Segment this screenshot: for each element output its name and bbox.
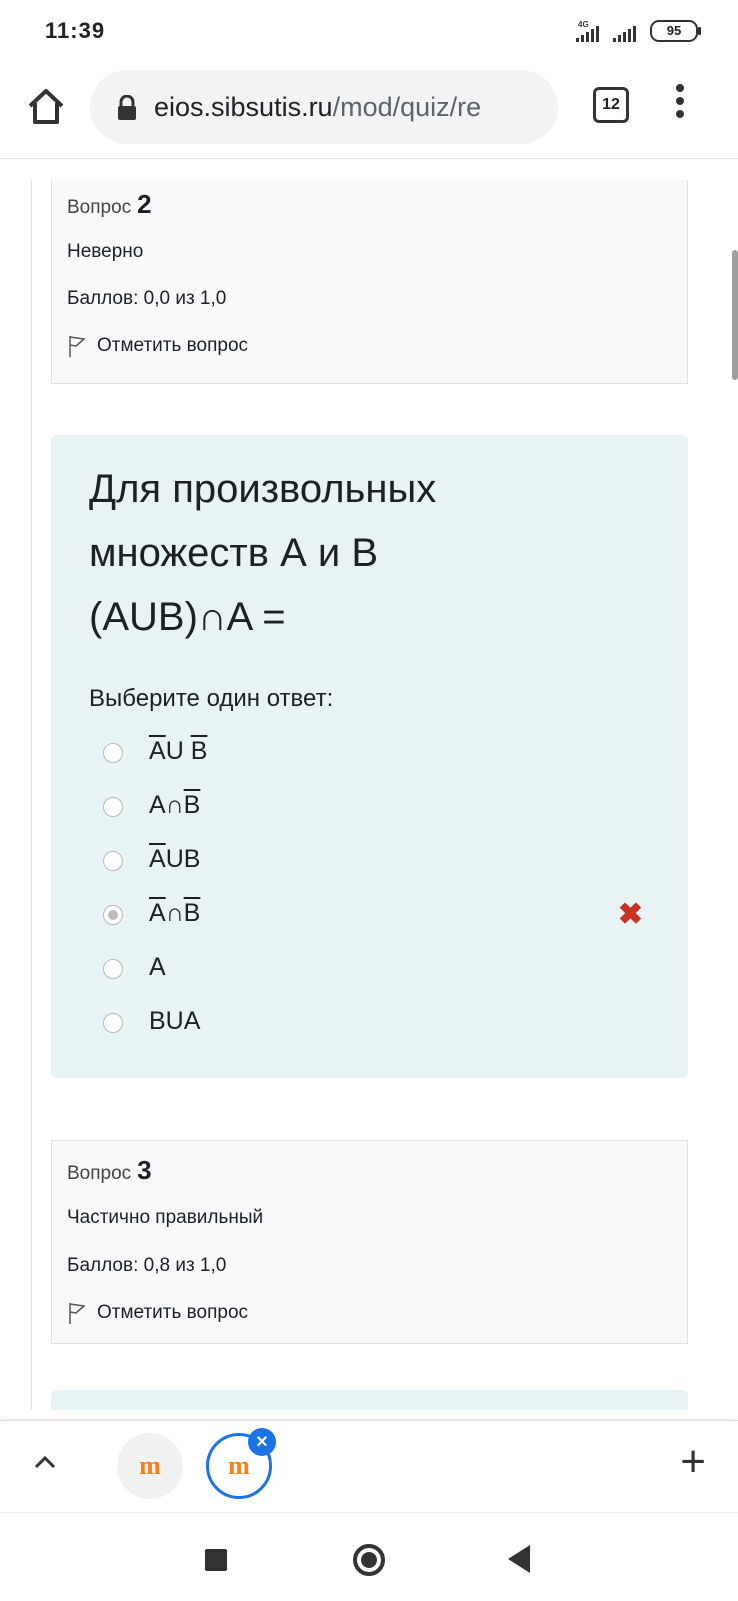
moodle-logo-icon: m xyxy=(228,1451,250,1480)
flag-icon xyxy=(69,1303,86,1324)
answer-label: A xyxy=(149,953,166,981)
answer-label: A∩B xyxy=(149,899,201,927)
flag-icon xyxy=(69,336,86,357)
radio-button[interactable] xyxy=(103,851,123,871)
signal-4g-icon: 4G xyxy=(576,20,599,42)
url-host: eios.sibsutis.ru xyxy=(154,92,333,122)
status-bar: 11:39 4G 95 xyxy=(0,0,738,62)
new-tab-button[interactable]: + xyxy=(680,1437,706,1487)
radio-button[interactable] xyxy=(103,743,123,763)
answer-option-6[interactable]: BUA xyxy=(103,1005,643,1045)
signal-icon xyxy=(613,26,636,42)
home-nav-button[interactable] xyxy=(353,1544,385,1576)
flag-question-link[interactable]: Отметить вопрос xyxy=(67,1301,248,1325)
lock-icon xyxy=(118,95,136,120)
close-tab-button[interactable]: × xyxy=(248,1428,276,1456)
answer-option-4[interactable]: A∩B ✖ xyxy=(103,897,643,937)
network-type: 4G xyxy=(578,20,589,29)
question-grade: Баллов: 0,0 из 1,0 xyxy=(67,288,227,309)
answer-label: AUB xyxy=(149,845,201,873)
radio-button[interactable] xyxy=(103,797,123,817)
more-menu-button[interactable] xyxy=(672,84,688,128)
question-state: Неверно xyxy=(67,241,144,262)
answer-option-2[interactable]: A∩B xyxy=(103,789,643,829)
url-path: /mod/quiz/re xyxy=(332,92,482,122)
question-2-info: Вопрос 2 Неверно Баллов: 0,0 из 1,0 Отмет… xyxy=(51,180,688,384)
question-number: Вопрос 2 xyxy=(67,189,152,219)
question-number: Вопрос 3 xyxy=(67,1155,152,1185)
url-text: eios.sibsutis.ru/mod/quiz/re xyxy=(154,92,554,123)
question-grade: Баллов: 0,8 из 1,0 xyxy=(67,1255,227,1276)
status-icons: 4G 95 xyxy=(576,20,701,42)
recents-button[interactable] xyxy=(205,1549,227,1571)
answer-label: BUA xyxy=(149,1007,201,1035)
question-formulation: Для произвольных множеств А и В (AUB)∩A … xyxy=(51,435,688,1078)
answer-prompt: Выберите один ответ: xyxy=(89,685,334,712)
quiz-review-content: Вопрос 2 Неверно Баллов: 0,0 из 1,0 Отмет… xyxy=(0,180,738,1410)
answer-option-3[interactable]: AUB xyxy=(103,843,643,883)
home-button[interactable] xyxy=(24,84,68,128)
question-state: Частично правильный xyxy=(67,1207,264,1228)
flag-label: Отметить вопрос xyxy=(97,335,249,356)
scrollbar[interactable] xyxy=(732,250,738,380)
system-nav-bar xyxy=(0,1512,738,1601)
flag-question-link[interactable]: Отметить вопрос xyxy=(67,334,248,358)
question-text: Для произвольных множеств А и В (AUB)∩A … xyxy=(89,467,437,639)
address-bar[interactable]: eios.sibsutis.ru/mod/quiz/re xyxy=(90,70,558,144)
radio-button[interactable] xyxy=(103,959,123,979)
moodle-logo-icon: m xyxy=(139,1451,161,1480)
incorrect-icon: ✖ xyxy=(617,898,643,931)
radio-button[interactable] xyxy=(103,1013,123,1033)
browser-toolbar: eios.sibsutis.ru/mod/quiz/re 12 xyxy=(0,62,738,159)
battery-icon: 95 xyxy=(650,20,701,42)
flag-label: Отметить вопрос xyxy=(97,1302,249,1323)
tab-thumbnail[interactable]: m xyxy=(117,1433,183,1499)
answer-option-1[interactable]: AU B xyxy=(103,735,643,775)
tab-switcher-button[interactable]: 12 xyxy=(593,87,629,123)
expand-tabs-button[interactable] xyxy=(30,1447,60,1477)
answer-option-5[interactable]: A xyxy=(103,951,643,991)
answer-label: A∩B xyxy=(149,791,201,819)
back-button[interactable] xyxy=(508,1545,530,1573)
home-icon xyxy=(28,89,64,124)
radio-button-selected[interactable] xyxy=(103,905,123,925)
tab-strip: m m × + xyxy=(0,1420,738,1513)
question-3-info: Вопрос 3 Частично правильный Баллов: 0,8 … xyxy=(51,1140,688,1344)
next-question-formulation xyxy=(51,1390,688,1410)
status-time: 11:39 xyxy=(45,18,106,43)
content-rail xyxy=(31,180,32,1410)
answer-label: AU B xyxy=(149,737,208,765)
chevron-up-icon xyxy=(34,1455,56,1469)
